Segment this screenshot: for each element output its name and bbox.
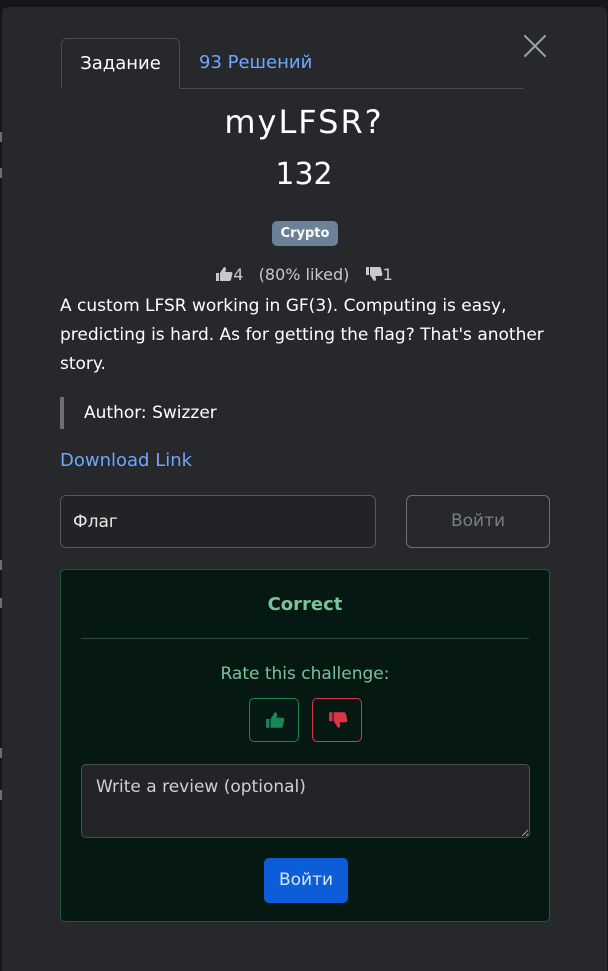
divider xyxy=(81,638,529,639)
likes-count: 4 xyxy=(233,265,244,284)
thumbs-up-icon xyxy=(266,712,285,728)
rate-label: Rate this challenge: xyxy=(220,664,390,684)
flag-input[interactable] xyxy=(60,495,376,548)
close-icon[interactable] xyxy=(522,33,548,59)
dislikes-count: 1 xyxy=(382,265,393,284)
author-blockquote: Author: Swizzer xyxy=(60,397,217,429)
thumbs-down-icon xyxy=(365,266,383,282)
challenge-title: myLFSR? xyxy=(224,103,384,141)
thumbs-up-icon xyxy=(215,266,233,282)
modal-tabs: Задание 93 Решений xyxy=(61,38,523,89)
correct-panel: Correct Rate this challenge: Войти xyxy=(60,569,550,922)
challenge-description: A custom LFSR working in GF(3). Computin… xyxy=(60,296,544,374)
tab-challenge[interactable]: Задание xyxy=(61,38,180,89)
vote-summary: 4 (80% liked) 1 xyxy=(0,265,608,284)
result-status: Correct xyxy=(267,594,343,615)
download-link[interactable]: Download Link xyxy=(60,450,192,471)
submit-review-button[interactable]: Войти xyxy=(264,858,348,903)
thumbs-down-icon xyxy=(329,712,348,728)
category-badge: Crypto xyxy=(272,221,338,246)
submit-flag-button[interactable]: Войти xyxy=(406,495,550,548)
rate-down-button[interactable] xyxy=(312,698,362,742)
liked-percent: (80% liked) xyxy=(258,265,350,284)
challenge-points: 132 xyxy=(275,157,333,192)
rate-up-button[interactable] xyxy=(249,698,299,742)
tab-solves[interactable]: 93 Решений xyxy=(181,38,330,88)
review-textarea[interactable] xyxy=(81,764,530,838)
